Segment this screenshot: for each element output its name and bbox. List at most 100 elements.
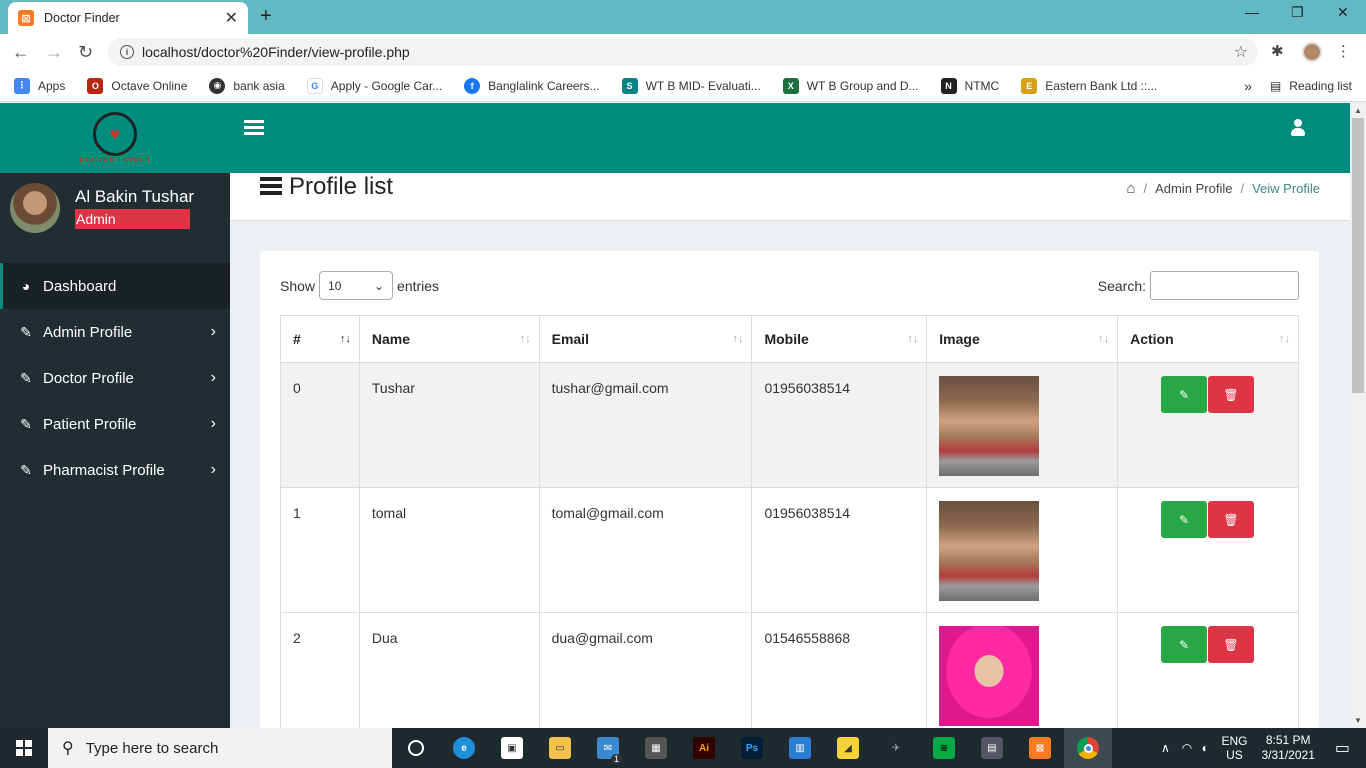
trash-icon: 🗑 — [1223, 637, 1239, 652]
bookmark-item[interactable]: ◉ bank asia — [209, 77, 285, 94]
bookmark-star-icon[interactable]: ☆ — [1234, 42, 1248, 62]
logo[interactable]: ♥ DOCTOR FINDER — [0, 103, 230, 173]
delete-button[interactable]: 🗑 — [1208, 626, 1255, 663]
scrollbar-thumb[interactable] — [1352, 118, 1364, 393]
extensions-icon[interactable]: ✱ — [1271, 42, 1284, 60]
page-title: Profile list — [289, 173, 394, 200]
clock[interactable]: 8:51 PM 3/31/2021 — [1261, 733, 1314, 763]
column-header-image[interactable]: Image ↑↓ — [926, 315, 1119, 363]
profile-avatar-icon[interactable] — [1302, 42, 1322, 62]
taskbar-search[interactable]: ⚲ Type here to search — [48, 728, 392, 768]
calculator-icon[interactable]: ▦ — [632, 728, 680, 768]
cell-action: ✎ 🗑 — [1117, 362, 1299, 488]
photoshop-icon[interactable]: Ps — [728, 728, 776, 768]
hamburger-menu-icon[interactable] — [244, 120, 264, 138]
chrome-icon[interactable] — [1064, 728, 1112, 768]
forward-icon[interactable]: → — [45, 42, 63, 63]
sidebar-item-label: Admin Profile — [43, 323, 133, 341]
browser-tab[interactable]: ⊠ Doctor Finder ✕ — [8, 2, 248, 34]
profile-photo — [939, 376, 1040, 476]
profile-list-box: Show 10 ⌄ entries Search: # ↑↓ Name ↑↓ Ema… — [260, 251, 1319, 738]
browser-menu-icon[interactable]: ⋮ — [1336, 42, 1351, 60]
reload-icon[interactable]: ↻ — [78, 42, 93, 63]
column-header-mobile[interactable]: Mobile ↑↓ — [751, 315, 928, 363]
file-explorer-icon[interactable]: ▭ — [536, 728, 584, 768]
avatar — [10, 183, 60, 233]
maximize-icon[interactable]: ❐ — [1291, 4, 1304, 21]
more-bookmarks-icon[interactable]: » — [1244, 78, 1252, 94]
bookmark-item[interactable]: G Apply - Google Car... — [306, 77, 442, 94]
sidebar-item-admin-profile[interactable]: ✎ Admin Profile › — [0, 309, 230, 355]
cell-id: 2 — [280, 612, 360, 738]
column-header-action[interactable]: Action ↑↓ — [1117, 315, 1299, 363]
cell-mobile: 01956038514 — [751, 487, 928, 613]
search-input[interactable] — [1150, 271, 1299, 300]
scroll-down-icon[interactable]: ▼ — [1354, 716, 1362, 725]
column-header-name[interactable]: Name ↑↓ — [358, 315, 540, 363]
bookmark-item[interactable]: f Banglalink Careers... — [464, 77, 600, 94]
sidebar-item-patient-profile[interactable]: ✎ Patient Profile › — [0, 401, 230, 447]
bookmark-item[interactable]: S WT B MID- Evaluati... — [621, 77, 761, 94]
scroll-up-icon[interactable]: ▲ — [1354, 106, 1362, 115]
edit-button[interactable]: ✎ — [1161, 501, 1208, 538]
bookmark-item[interactable]: ⋮ Apps — [14, 77, 65, 94]
google-icon: G — [306, 77, 323, 94]
edit-button[interactable]: ✎ — [1161, 376, 1208, 413]
bookmark-item[interactable]: N NTMC — [940, 77, 999, 94]
column-header-email[interactable]: Email ↑↓ — [538, 315, 753, 363]
network-icon[interactable]: ◠ — [1182, 741, 1192, 755]
mail-icon[interactable]: ✉ 1 — [584, 728, 632, 768]
xampp-icon[interactable]: ⊠ — [1016, 728, 1064, 768]
address-bar[interactable]: i localhost/doctor%20Finder/view-profile… — [108, 38, 1258, 66]
mail-badge: 1 — [610, 754, 622, 764]
cortana-icon[interactable] — [392, 728, 440, 768]
bookmark-item[interactable]: E Eastern Bank Ltd ::... — [1021, 77, 1157, 94]
sidebar-item-doctor-profile[interactable]: ✎ Doctor Profile › — [0, 355, 230, 401]
back-icon[interactable]: ← — [12, 42, 30, 63]
minimize-icon[interactable]: — — [1245, 4, 1259, 20]
sidebar-item-label: Doctor Profile — [43, 369, 134, 387]
column-header-id[interactable]: # ↑↓ — [280, 315, 360, 363]
illustrator-icon[interactable]: Ai — [680, 728, 728, 768]
info-icon[interactable]: i — [120, 45, 134, 59]
new-tab-icon[interactable]: + — [260, 5, 272, 28]
chevron-up-icon[interactable]: ∧ — [1161, 741, 1170, 755]
close-tab-icon[interactable]: ✕ — [225, 8, 238, 28]
sidebar-item-pharmacist-profile[interactable]: ✎ Pharmacist Profile › — [0, 447, 230, 493]
chevron-down-icon: ⌄ — [373, 278, 385, 293]
edit-icon: ✎ — [20, 461, 32, 478]
sticky-notes-icon[interactable]: ◢ — [824, 728, 872, 768]
browser-tabstrip: ⊠ Doctor Finder ✕ + — ❐ ✕ — [0, 0, 1366, 34]
notifications-icon[interactable]: ▭ — [1335, 738, 1350, 758]
edit-button[interactable]: ✎ — [1161, 626, 1208, 663]
breadcrumb-admin-profile[interactable]: Admin Profile — [1155, 181, 1232, 196]
delete-button[interactable]: 🗑 — [1208, 501, 1255, 538]
excel-icon: X — [782, 77, 799, 94]
bookmark-item[interactable]: X WT B Group and D... — [782, 77, 919, 94]
edge-icon[interactable]: e — [440, 728, 488, 768]
calendar-icon[interactable]: ▥ — [776, 728, 824, 768]
store-icon[interactable]: ▣ — [488, 728, 536, 768]
volume-icon[interactable]: ◖ — [1200, 741, 1207, 755]
start-button[interactable] — [0, 728, 48, 768]
apps-grid-icon: ⋮ — [14, 77, 30, 94]
sidebar-item-dashboard[interactable]: ◕ Dashboard — [0, 263, 230, 309]
user-icon[interactable] — [1291, 119, 1305, 137]
entries-select[interactable]: 10 ⌄ — [319, 271, 394, 300]
language-indicator[interactable]: ENG US — [1221, 734, 1247, 762]
home-icon[interactable]: ⌂ — [1126, 180, 1135, 197]
app-monitor-icon[interactable]: ▤ — [968, 728, 1016, 768]
chevron-right-icon: › — [210, 369, 216, 386]
cell-name: Dua — [358, 612, 540, 738]
stethoscope-logo-icon: ♥ — [93, 112, 137, 156]
top-navbar — [230, 103, 1350, 173]
close-window-icon[interactable]: ✕ — [1337, 4, 1349, 21]
app-terminal-icon[interactable]: ≋ — [920, 728, 968, 768]
page-scrollbar[interactable]: ▲ ▼ — [1350, 103, 1366, 728]
table-row: 0 Tushar tushar@gmail.com 01956038514 ✎ … — [280, 362, 1299, 488]
reading-list-button[interactable]: Reading list — [1289, 79, 1352, 93]
windows-logo-icon — [16, 740, 32, 756]
app-drone-icon[interactable]: ✈ — [872, 728, 920, 768]
delete-button[interactable]: 🗑 — [1208, 376, 1255, 413]
bookmark-item[interactable]: O Octave Online — [87, 77, 187, 94]
